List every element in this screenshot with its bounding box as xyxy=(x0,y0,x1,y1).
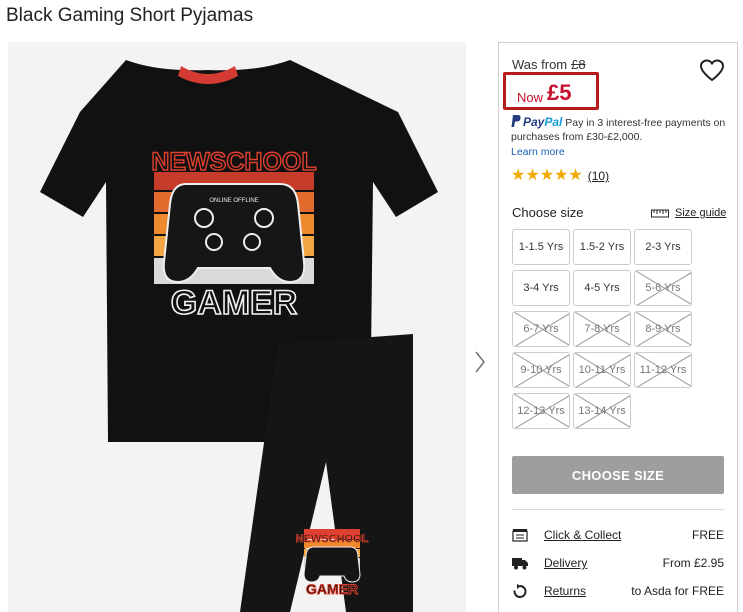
size-option-button[interactable]: 4-5 Yrs xyxy=(573,270,631,306)
was-amount: £8 xyxy=(571,57,586,72)
star-icon: ★ xyxy=(539,167,555,184)
was-price: Was from £8 xyxy=(512,57,586,72)
returns-value: to Asda for FREE xyxy=(631,584,724,598)
heart-icon xyxy=(699,59,725,82)
delivery-row: Delivery From £2.95 xyxy=(512,555,724,573)
next-image-button[interactable] xyxy=(470,348,490,376)
now-price-highlight: Now £5 xyxy=(503,72,599,110)
tee-print-bottom: GAMER xyxy=(171,284,298,322)
paypal-logo: PayPal xyxy=(523,115,562,129)
size-option-button: 8-9 Yrs xyxy=(634,311,692,347)
paypal-icon xyxy=(511,115,521,127)
returns-link[interactable]: Returns xyxy=(544,584,586,598)
review-count-link[interactable]: (10) xyxy=(588,169,609,183)
size-option-button: 11-12 Yrs xyxy=(634,352,692,388)
size-option-button: 9-10 Yrs xyxy=(512,352,570,388)
shorts-print-bottom: GAMER xyxy=(306,581,358,597)
star-icon: ★ xyxy=(511,167,526,184)
size-option-label: 10-11 Yrs xyxy=(578,364,626,376)
paypal-offer: PayPal Pay in 3 interest-free payments o… xyxy=(511,115,733,159)
returns-row: Returns to Asda for FREE xyxy=(512,583,724,601)
size-option-button[interactable]: 3-4 Yrs xyxy=(512,270,570,306)
size-option-label: 7-8 Yrs xyxy=(584,323,620,335)
controller-text: ONLINE OFFLINE xyxy=(209,198,258,204)
product-image: ONLINE OFFLINE NEWSCHOOL GAMER NEWSCHOOL… xyxy=(40,60,438,612)
chevron-right-icon xyxy=(475,351,486,373)
click-collect-link[interactable]: Click & Collect xyxy=(544,528,621,542)
size-option-button[interactable]: 1.5-2 Yrs xyxy=(573,229,631,265)
size-option-label: 8-9 Yrs xyxy=(645,323,681,335)
was-label: Was from xyxy=(512,57,568,72)
delivery-value: From £2.95 xyxy=(662,556,724,570)
paypal-logo-pal: Pal xyxy=(544,115,563,129)
size-option-label: 1-1.5 Yrs xyxy=(518,241,564,253)
size-option-button: 12-13 Yrs xyxy=(512,393,570,429)
click-collect-row: Click & Collect FREE xyxy=(512,527,724,545)
size-option-label: 3-4 Yrs xyxy=(523,282,559,294)
truck-icon xyxy=(512,558,528,570)
click-collect-value: FREE xyxy=(691,528,724,542)
divider xyxy=(512,509,724,510)
star-icon: ★ xyxy=(525,167,540,184)
size-option-button: 6-7 Yrs xyxy=(512,311,570,347)
choose-size-button[interactable]: CHOOSE SIZE xyxy=(512,456,724,494)
return-icon xyxy=(513,584,527,598)
rating: ★ ★ ★ ★ ★ (10) xyxy=(511,168,609,184)
paypal-learn-more-link[interactable]: Learn more xyxy=(511,145,733,159)
size-guide-link[interactable]: Size guide xyxy=(651,207,726,219)
size-option-label: 5-6 Yrs xyxy=(645,282,681,294)
store-icon xyxy=(512,529,528,542)
size-guide-label: Size guide xyxy=(675,207,727,219)
tee-print-top: NEWSCHOOL xyxy=(151,148,316,176)
size-option-label: 13-14 Yrs xyxy=(578,405,626,417)
paypal-logo-pay: Pay xyxy=(523,115,545,129)
size-option-label: 4-5 Yrs xyxy=(584,282,620,294)
shorts-print-top: NEWSCHOOL xyxy=(296,533,369,545)
ruler-icon xyxy=(651,209,669,218)
star-icon: ★ xyxy=(554,167,569,184)
now-price: £5 xyxy=(547,80,572,105)
size-option-button: 13-14 Yrs xyxy=(573,393,631,429)
size-option-button[interactable]: 2-3 Yrs xyxy=(634,229,692,265)
page-title: Black Gaming Short Pyjamas xyxy=(6,5,254,26)
wishlist-button[interactable] xyxy=(699,59,725,83)
size-option-button: 5-6 Yrs xyxy=(634,270,692,306)
purchase-panel: Was from £8 Now £5 PayPal Pay in 3 intere… xyxy=(498,42,738,612)
choose-size-label: Choose size xyxy=(512,205,584,220)
size-option-label: 9-10 Yrs xyxy=(520,364,562,376)
size-option-label: 1.5-2 Yrs xyxy=(579,241,625,253)
now-label: Now xyxy=(517,90,544,105)
size-option-label: 6-7 Yrs xyxy=(523,323,559,335)
delivery-link[interactable]: Delivery xyxy=(544,556,587,570)
size-option-button[interactable]: 1-1.5 Yrs xyxy=(512,229,570,265)
star-icon: ★ xyxy=(568,167,583,184)
size-option-label: 2-3 Yrs xyxy=(645,241,681,253)
size-option-button: 7-8 Yrs xyxy=(573,311,631,347)
size-option-button: 10-11 Yrs xyxy=(573,352,631,388)
product-image-gallery[interactable]: ONLINE OFFLINE NEWSCHOOL GAMER NEWSCHOOL… xyxy=(8,42,466,612)
size-option-label: 11-12 Yrs xyxy=(639,364,687,376)
size-option-label: 12-13 Yrs xyxy=(517,405,565,417)
